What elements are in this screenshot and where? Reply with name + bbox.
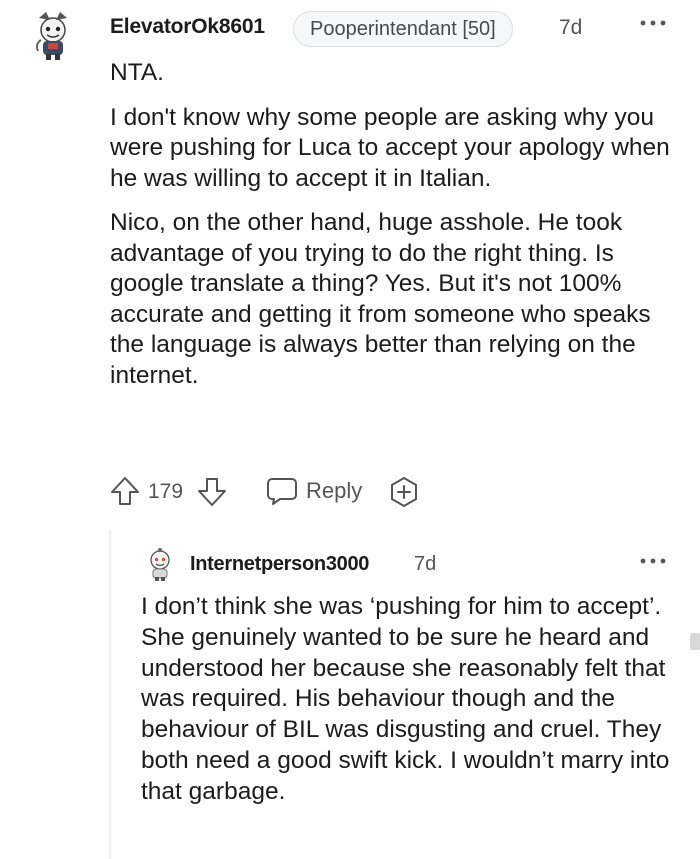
- reply-more-options-button[interactable]: [638, 551, 668, 571]
- reply-user-avatar[interactable]: [143, 546, 177, 582]
- speech-bubble-icon: [267, 478, 297, 505]
- more-dots-icon: [640, 20, 666, 26]
- scrollbar-thumb[interactable]: [690, 633, 700, 650]
- reply-label: Reply: [306, 478, 363, 503]
- snoo-avatar-icon: [150, 548, 170, 581]
- snoo-avatar-icon: [36, 12, 67, 60]
- comment-paragraph: I don't know why some people are asking …: [110, 103, 670, 192]
- username[interactable]: ElevatorOk8601: [110, 15, 265, 39]
- comment-action-bar: 179 Reply: [105, 470, 435, 512]
- reply-timestamp[interactable]: 7d: [414, 553, 436, 576]
- reply-username[interactable]: Internetperson3000: [190, 553, 369, 576]
- arrow-up-icon: [111, 477, 139, 505]
- more-dots-icon: [640, 558, 666, 564]
- reply-paragraph: I don’t think she was ‘pushing for him t…: [141, 593, 670, 805]
- user-flair: Pooperintendant [50]: [293, 11, 513, 47]
- upvote-button[interactable]: [108, 474, 142, 508]
- reply-button[interactable]: Reply: [266, 472, 362, 510]
- timestamp[interactable]: 7d: [559, 16, 582, 40]
- award-button[interactable]: [387, 475, 421, 509]
- thread-line[interactable]: [109, 530, 111, 859]
- comment-paragraph: NTA.: [110, 59, 164, 86]
- comment-paragraph: Nico, on the other hand, huge asshole. H…: [110, 209, 651, 389]
- vote-count: 179: [148, 480, 184, 503]
- add-award-icon: [391, 477, 417, 507]
- more-options-button[interactable]: [638, 13, 668, 33]
- user-avatar[interactable]: [26, 8, 80, 62]
- downvote-button[interactable]: [195, 475, 229, 509]
- comment-body: NTA. I don't know why some people are as…: [110, 58, 675, 405]
- arrow-down-icon: [198, 478, 226, 506]
- reply-body: I don’t think she was ‘pushing for him t…: [141, 592, 681, 808]
